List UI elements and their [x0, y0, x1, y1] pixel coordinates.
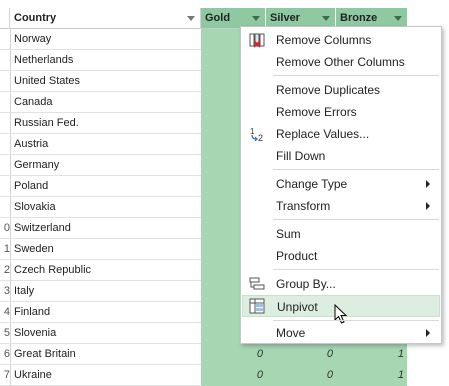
menu-separator: [273, 219, 439, 220]
filter-dropdown-icon[interactable]: [394, 16, 402, 21]
menu-item-remove-duplicates[interactable]: Remove Duplicates: [242, 79, 440, 101]
submenu-arrow-icon: [426, 329, 430, 337]
country-name: Ukraine: [14, 369, 52, 381]
country-name: Switzerland: [14, 222, 71, 234]
menu-item-label: Fill Down: [276, 149, 326, 163]
menu-separator: [273, 320, 439, 321]
menu-item-label: Remove Errors: [276, 105, 357, 119]
menu-item-group-by[interactable]: Group By...: [242, 273, 440, 295]
filter-dropdown-icon[interactable]: [187, 16, 195, 21]
menu-separator: [273, 75, 439, 76]
country-name: Great Britain: [14, 348, 76, 360]
silver-value: 0: [326, 348, 333, 360]
menu-item-label: Replace Values...: [276, 127, 370, 141]
country-name: Germany: [14, 159, 60, 171]
menu-item-sum[interactable]: Sum: [242, 223, 440, 245]
country-name: Poland: [14, 180, 49, 192]
column-header-label: Gold: [205, 12, 231, 24]
bronze-value: 1: [397, 369, 404, 381]
column-context-menu: Remove Columns Remove Other Columns Remo…: [240, 26, 442, 344]
menu-separator: [273, 169, 439, 170]
filter-dropdown-icon[interactable]: [322, 16, 330, 21]
table-row[interactable]: 6 Great Britain 0 0 1: [0, 344, 407, 365]
column-header-country[interactable]: Country: [10, 8, 201, 29]
row-number-header: [0, 8, 10, 29]
cell-silver[interactable]: 0: [266, 344, 336, 365]
menu-item-label: Remove Other Columns: [276, 55, 405, 69]
country-name: Finland: [14, 306, 51, 318]
menu-item-label: Transform: [276, 199, 331, 213]
menu-item-label: Remove Duplicates: [276, 83, 381, 97]
menu-item-change-type[interactable]: Change Type: [242, 173, 440, 195]
column-header-label: Country: [14, 12, 57, 24]
remove-columns-icon: [249, 33, 265, 48]
submenu-arrow-icon: [426, 202, 430, 210]
submenu-arrow-icon: [426, 180, 430, 188]
menu-item-label: Change Type: [276, 177, 348, 191]
menu-item-label: Group By...: [276, 277, 336, 291]
menu-item-label: Remove Columns: [276, 33, 372, 47]
cell-gold[interactable]: 0: [201, 344, 266, 365]
menu-item-label: Sum: [276, 227, 301, 241]
svg-text:1: 1: [250, 127, 255, 136]
country-name: Italy: [14, 285, 35, 297]
country-name: Canada: [14, 96, 53, 108]
cell-bronze[interactable]: 1: [336, 344, 407, 365]
country-name: Sweden: [14, 243, 54, 255]
menu-item-label: Move: [276, 326, 306, 340]
group-by-icon: [249, 277, 265, 290]
menu-item-fill-down[interactable]: Fill Down: [242, 145, 440, 167]
menu-item-transform[interactable]: Transform: [242, 195, 440, 217]
country-name: Austria: [14, 138, 49, 150]
country-name: Russian Fed.: [14, 117, 79, 129]
menu-item-remove-other-columns[interactable]: Remove Other Columns: [242, 51, 440, 73]
gold-value: 0: [256, 348, 263, 360]
menu-item-unpivot[interactable]: Unpivot: [242, 295, 440, 324]
gold-value: 0: [256, 369, 263, 381]
mouse-pointer-icon: [334, 304, 348, 324]
filter-dropdown-icon[interactable]: [252, 16, 260, 21]
replace-values-icon: 1 2: [250, 127, 263, 142]
menu-item-remove-errors[interactable]: Remove Errors: [242, 101, 440, 123]
menu-item-product[interactable]: Product: [242, 245, 440, 267]
menu-item-remove-columns[interactable]: Remove Columns: [242, 29, 440, 51]
silver-value: 0: [326, 369, 333, 381]
unpivot-icon: [249, 298, 265, 314]
country-name: United States: [14, 75, 81, 87]
cell-country[interactable]: [10, 281, 202, 301]
country-name: Czech Republic: [14, 264, 92, 276]
country-name: Norway: [14, 33, 52, 45]
country-name: Slovenia: [14, 327, 57, 339]
svg-text:2: 2: [258, 133, 263, 142]
country-name: Netherlands: [14, 54, 74, 66]
menu-item-label: Product: [276, 249, 318, 263]
menu-item-replace-values[interactable]: 1 2 Replace Values...: [242, 123, 440, 145]
menu-item-move[interactable]: Move: [242, 322, 440, 344]
bronze-value: 1: [397, 348, 404, 360]
menu-separator: [273, 269, 439, 270]
menu-item-label: Unpivot: [277, 300, 318, 314]
country-name: Slovakia: [14, 201, 56, 213]
